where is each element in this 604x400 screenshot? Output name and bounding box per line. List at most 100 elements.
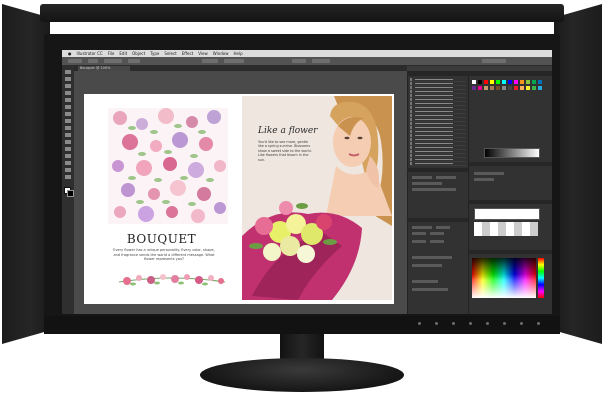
eye-icon[interactable]: [410, 90, 412, 93]
color-swatch[interactable]: [484, 80, 488, 84]
menu-item[interactable]: Window: [213, 51, 229, 56]
selection-tool-icon[interactable]: [65, 70, 71, 74]
color-swatch[interactable]: [538, 80, 542, 84]
monitor-button[interactable]: [469, 322, 472, 325]
eye-icon[interactable]: [410, 118, 412, 121]
eye-icon[interactable]: [410, 82, 412, 85]
eraser-tool-icon[interactable]: [65, 133, 71, 137]
eye-icon[interactable]: [410, 138, 412, 141]
color-swatch[interactable]: [496, 86, 500, 90]
menu-item[interactable]: Select: [164, 51, 176, 56]
eye-icon[interactable]: [410, 114, 412, 117]
eye-icon[interactable]: [410, 122, 412, 125]
color-swatch[interactable]: [514, 86, 518, 90]
color-swatch[interactable]: [478, 80, 482, 84]
color-swatch[interactable]: [490, 86, 494, 90]
monitor-button[interactable]: [452, 322, 455, 325]
color-swatch[interactable]: [526, 86, 530, 90]
property-field[interactable]: [412, 182, 442, 185]
font-style-select[interactable]: [436, 226, 450, 229]
color-swatch[interactable]: [484, 86, 488, 90]
font-size-field[interactable]: [412, 232, 426, 235]
color-swatch[interactable]: [532, 80, 536, 84]
leading-field[interactable]: [430, 232, 444, 235]
menu-item[interactable]: View: [198, 51, 208, 56]
color-picker-field[interactable]: [472, 258, 536, 298]
color-swatch[interactable]: [520, 80, 524, 84]
font-family-select[interactable]: [412, 226, 432, 229]
monitor-button[interactable]: [435, 322, 438, 325]
direct-selection-tool-icon[interactable]: [65, 77, 71, 81]
monitor-button[interactable]: [520, 322, 523, 325]
rectangle-tool-icon[interactable]: [65, 112, 71, 116]
gradient-field[interactable]: [474, 178, 494, 181]
monitor-button[interactable]: [503, 322, 506, 325]
control-field[interactable]: [68, 59, 82, 63]
control-field[interactable]: [104, 59, 122, 63]
menu-item[interactable]: Help: [234, 51, 243, 56]
control-field[interactable]: [224, 59, 244, 63]
pencil-tool-icon[interactable]: [65, 126, 71, 130]
monitor-power-button[interactable]: [537, 322, 540, 325]
eye-icon[interactable]: [410, 110, 412, 113]
kerning-field[interactable]: [430, 240, 444, 243]
eye-icon[interactable]: [410, 78, 412, 81]
color-swatch[interactable]: [478, 86, 482, 90]
color-swatch[interactable]: [520, 86, 524, 90]
eye-icon[interactable]: [410, 102, 412, 105]
color-swatch[interactable]: [514, 80, 518, 84]
align-field[interactable]: [412, 288, 448, 291]
color-swatch[interactable]: [490, 80, 494, 84]
eye-icon[interactable]: [410, 126, 412, 129]
control-field[interactable]: [202, 59, 218, 63]
eye-icon[interactable]: [410, 134, 412, 137]
eye-icon[interactable]: [410, 130, 412, 133]
monitor-button[interactable]: [486, 322, 489, 325]
hand-tool-icon[interactable]: [65, 168, 71, 172]
apple-icon[interactable]: ●: [68, 51, 72, 56]
monitor-button[interactable]: [418, 322, 421, 325]
gradient-tool-icon[interactable]: [65, 154, 71, 158]
line-tool-icon[interactable]: [65, 105, 71, 109]
property-field[interactable]: [412, 188, 456, 191]
menu-item[interactable]: Object: [132, 51, 145, 56]
paragraph-field[interactable]: [412, 256, 452, 259]
eye-icon[interactable]: [410, 150, 412, 153]
color-swatch[interactable]: [526, 80, 530, 84]
pattern-preview[interactable]: [474, 222, 538, 236]
menu-item[interactable]: Edit: [119, 51, 127, 56]
eye-icon[interactable]: [410, 106, 412, 109]
hue-slider[interactable]: [538, 258, 544, 298]
eye-icon[interactable]: [410, 142, 412, 145]
color-swatch[interactable]: [472, 80, 476, 84]
menu-item[interactable]: Effect: [182, 51, 194, 56]
control-field[interactable]: [128, 59, 140, 63]
tracking-field[interactable]: [412, 240, 426, 243]
rotate-tool-icon[interactable]: [65, 140, 71, 144]
color-swatch[interactable]: [502, 80, 506, 84]
color-swatch[interactable]: [532, 86, 536, 90]
stroke-color-icon[interactable]: [67, 190, 74, 197]
gradient-field[interactable]: [474, 172, 504, 175]
layer-row[interactable]: [410, 162, 466, 166]
control-field[interactable]: [312, 59, 330, 63]
control-field[interactable]: [292, 59, 306, 63]
color-swatch[interactable]: [472, 86, 476, 90]
stroke-preview[interactable]: [474, 208, 540, 220]
eye-icon[interactable]: [410, 86, 412, 89]
scale-tool-icon[interactable]: [65, 147, 71, 151]
eye-icon[interactable]: [410, 94, 412, 97]
eye-icon[interactable]: [410, 146, 412, 149]
eye-icon[interactable]: [410, 154, 412, 157]
align-field[interactable]: [412, 280, 438, 283]
color-swatch[interactable]: [496, 80, 500, 84]
paragraph-field[interactable]: [412, 264, 442, 267]
menu-item[interactable]: Illustrator CC: [77, 51, 103, 56]
menu-item[interactable]: File: [108, 51, 115, 56]
property-field[interactable]: [412, 176, 432, 179]
eyedropper-tool-icon[interactable]: [65, 161, 71, 165]
pen-tool-icon[interactable]: [65, 91, 71, 95]
eye-icon[interactable]: [410, 98, 412, 101]
magic-wand-tool-icon[interactable]: [65, 84, 71, 88]
eye-icon[interactable]: [410, 162, 412, 165]
